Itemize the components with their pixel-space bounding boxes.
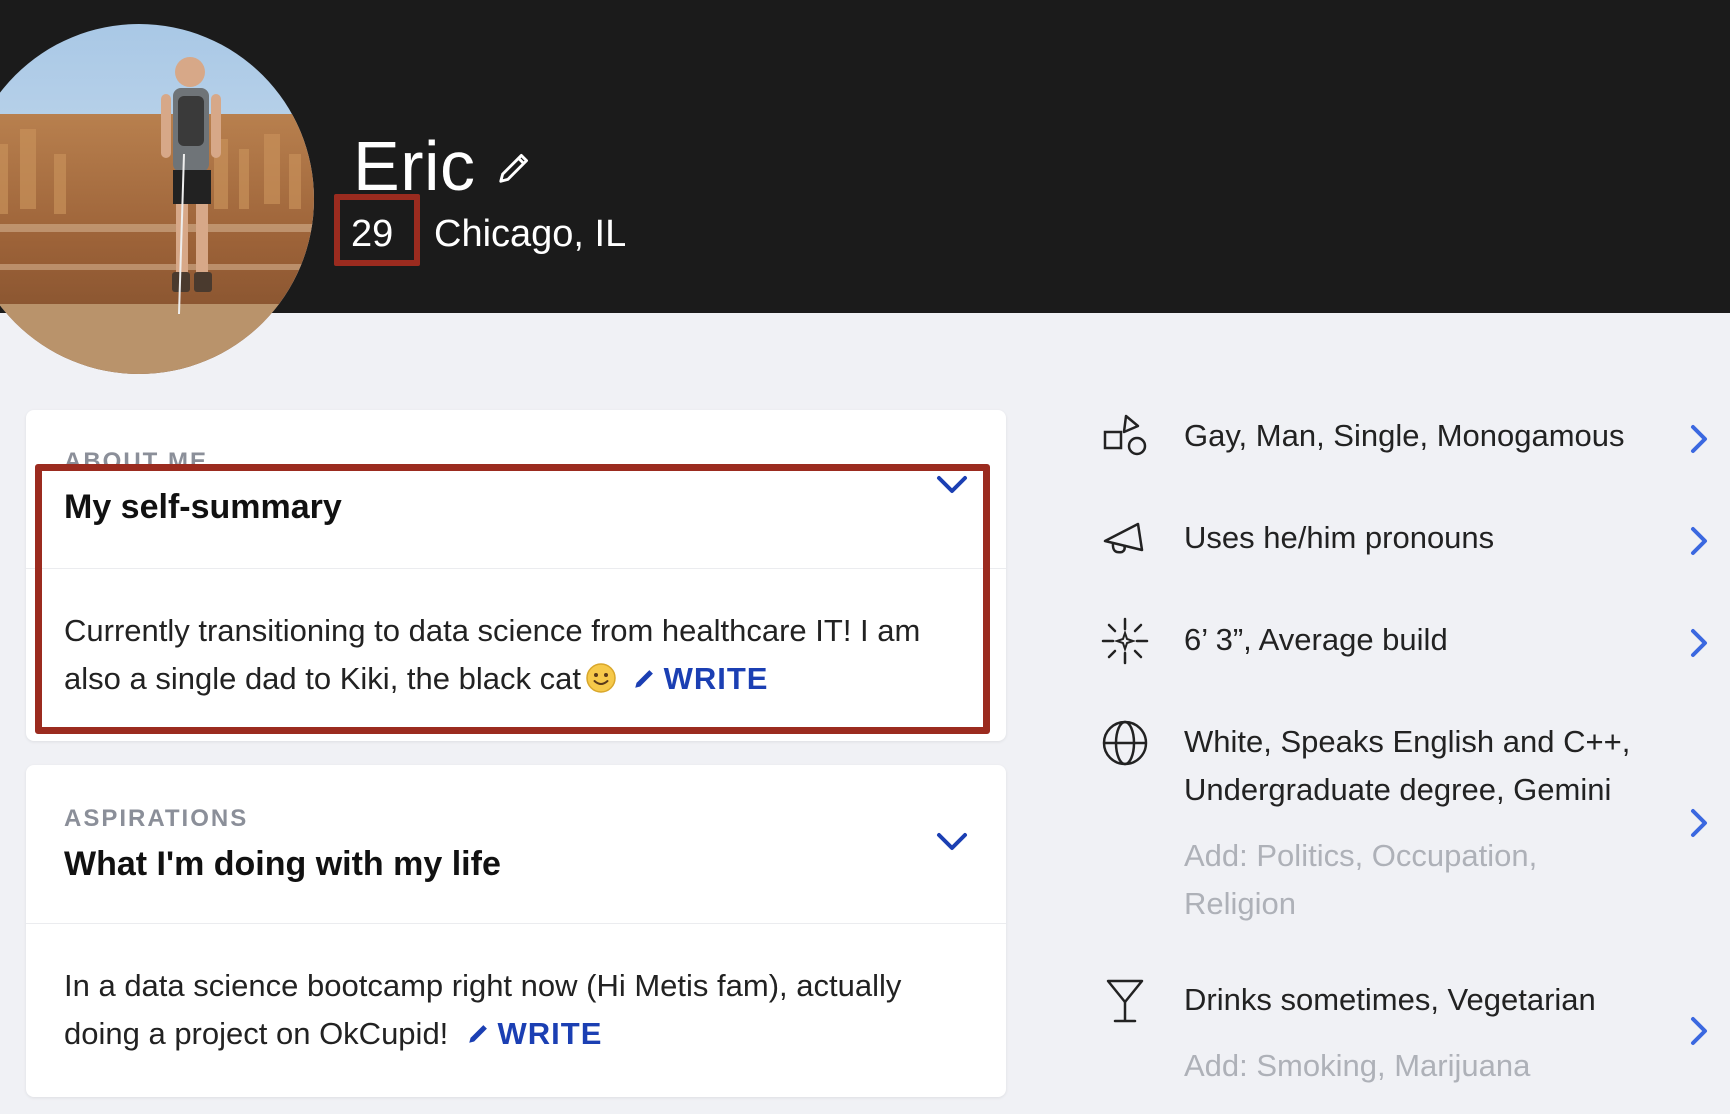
card-eyebrow: ABOUT ME [64,448,208,475]
chevron-down-icon[interactable] [936,831,968,853]
detail-row-height-build[interactable]: 6’ 3”, Average build [1100,616,1710,672]
aspirations-card: ASPIRATIONS What I'm doing with my life … [26,765,1006,1097]
about-me-card: ABOUT ME My self-summary Currently trans… [26,410,1006,741]
chevron-right-icon[interactable] [1688,1016,1710,1046]
profile-age: 29 [351,213,394,255]
detail-text: Gay, Man, Single, Monogamous [1184,418,1625,453]
detail-text: Uses he/him pronouns [1184,520,1495,555]
card-eyebrow: ASPIRATIONS [64,805,249,832]
detail-text: Drinks sometimes, Vegetarian [1184,982,1596,1017]
pencil-icon [634,670,653,688]
write-button[interactable]: WRITE [632,661,769,696]
sparkle-icon [1101,617,1149,665]
profile-location: Chicago, IL [434,213,627,255]
chevron-right-icon[interactable] [1688,424,1710,454]
detail-row-pronouns[interactable]: Uses he/him pronouns [1100,514,1710,570]
detail-text: White, Speaks English and C++, Undergrad… [1184,724,1631,807]
megaphone-icon [1103,522,1144,554]
shapes-icon [1103,414,1147,456]
detail-row-background[interactable]: White, Speaks English and C++, Undergrad… [1100,718,1710,928]
chevron-right-icon[interactable] [1688,808,1710,838]
detail-add-prompt[interactable]: Add: Smoking, Marijuana [1184,1042,1654,1090]
edit-pencil-icon[interactable] [496,148,534,186]
detail-add-prompt[interactable]: Add: Politics, Occupation, Religion [1184,832,1654,928]
cocktail-icon [1106,979,1144,1023]
write-label: WRITE [663,661,769,696]
pencil-icon [468,1025,487,1043]
write-label: WRITE [497,1016,603,1051]
chevron-down-icon[interactable] [936,474,968,496]
detail-row-habits[interactable]: Drinks sometimes, Vegetarian Add: Smokin… [1100,976,1710,1090]
card-divider [26,923,1006,924]
card-divider [26,568,1006,569]
chevron-right-icon[interactable] [1688,628,1710,658]
detail-text: 6’ 3”, Average build [1184,622,1448,657]
detail-row-identity[interactable]: Gay, Man, Single, Monogamous [1100,412,1710,468]
card-body-text: Currently transitioning to data science … [64,613,921,696]
card-heading[interactable]: My self-summary [64,488,342,527]
write-button[interactable]: WRITE [466,1016,603,1051]
card-heading[interactable]: What I'm doing with my life [64,845,501,884]
smiley-emoji-icon [586,663,616,693]
card-body: Currently transitioning to data science … [64,607,984,703]
globe-icon [1102,720,1148,766]
card-body: In a data science bootcamp right now (Hi… [64,962,984,1058]
chevron-right-icon[interactable] [1688,526,1710,556]
